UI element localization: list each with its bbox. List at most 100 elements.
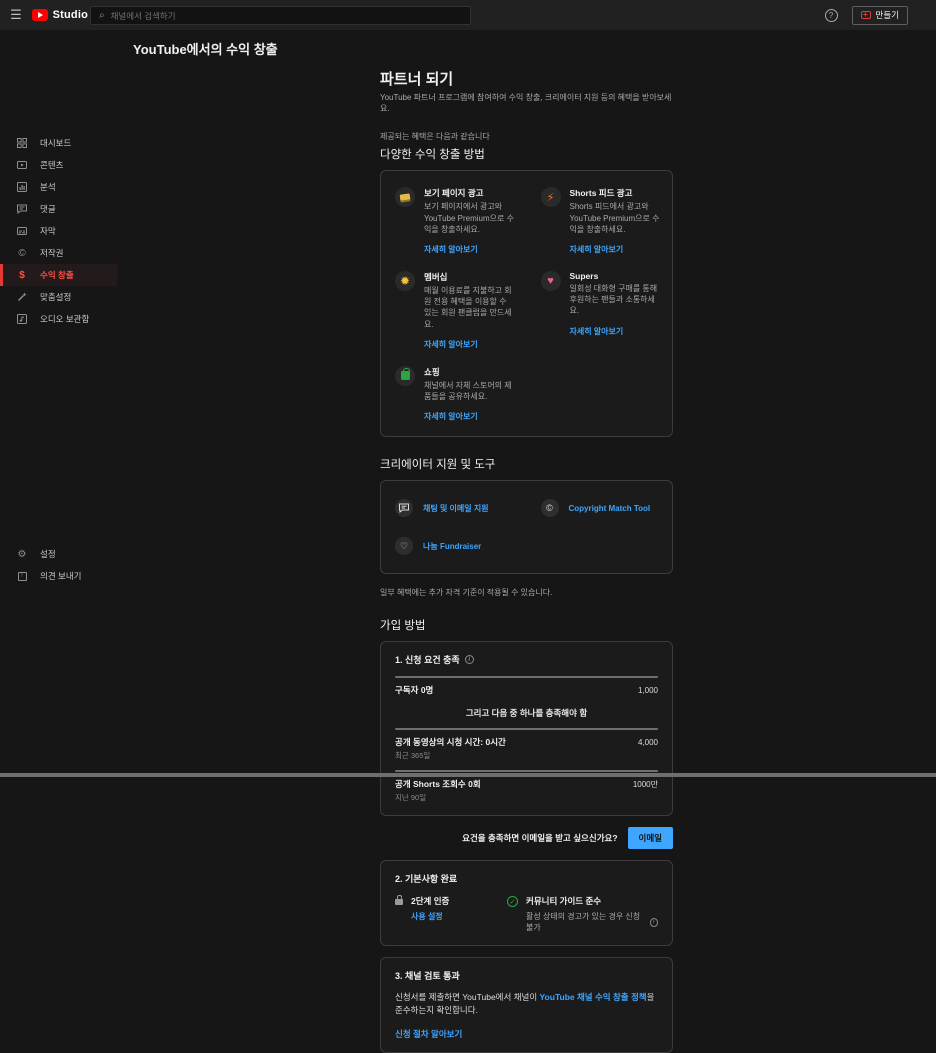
- sidebar-item-copyright[interactable]: © 저작권: [0, 242, 117, 264]
- step2-basics-card: 2. 기본사항 완료 2단계 인증 사용 설정 ✓ 커뮤니티 가이드 준수 활성…: [380, 860, 673, 947]
- support-fundraiser-link[interactable]: ♡ 나눔 Fundraiser: [381, 527, 527, 565]
- join-heading: 가입 방법: [380, 620, 426, 633]
- search-input[interactable]: [110, 10, 462, 21]
- benefits-intro: 제공되는 혜택은 다음과 같습니다: [380, 132, 490, 142]
- youtube-studio-logo[interactable]: Studio: [32, 9, 88, 21]
- sidebar-item-dashboard[interactable]: 대시보드: [0, 132, 117, 154]
- learn-more-link[interactable]: 자세히 알아보기: [424, 244, 515, 255]
- subscribers-target: 1,000: [637, 686, 658, 696]
- subtitles-icon: [16, 226, 28, 236]
- methods-heading: 다양한 수익 창출 방법: [380, 149, 485, 162]
- email-question: 요건을 충족하면 이메일을 받고 싶으신가요?: [462, 833, 618, 844]
- copyright-icon: ©: [18, 247, 26, 259]
- customization-icon: [16, 292, 28, 302]
- dashboard-icon: [16, 138, 28, 148]
- sidebar-item-send-feedback[interactable]: ! 의견 보내기: [0, 565, 117, 587]
- lock-icon: [395, 895, 403, 906]
- support-chat-email-link[interactable]: 채팅 및 이메일 지원: [381, 489, 527, 527]
- create-button-label: 만들기: [875, 10, 899, 20]
- guidelines-title: 커뮤니티 가이드 준수: [526, 896, 602, 907]
- benefit-supers: ♥ Supers 일회성 대화형 구매를 통해 후원하는 팬들과 소통하세요. …: [527, 261, 673, 356]
- shorts-views-progress-bar: [395, 770, 658, 773]
- info-icon[interactable]: i: [649, 917, 658, 927]
- shorts-feed-ads-icon: ⚡: [540, 187, 561, 208]
- support-card: 채팅 및 이메일 지원 © Copyright Match Tool ♡ 나눔 …: [380, 480, 673, 575]
- shorts-views-label: 공개 Shorts 조회수 0회: [395, 779, 481, 790]
- create-button[interactable]: 만들기: [851, 5, 908, 25]
- content-icon: [16, 160, 28, 170]
- sidebar-item-customization[interactable]: 맞춤설정: [0, 286, 117, 308]
- comments-icon: [16, 204, 28, 214]
- step3-description: 신청서를 제출하면 YouTube에서 채널이 YouTube 채널 수익 창출…: [395, 992, 655, 1015]
- analytics-icon: [16, 182, 28, 192]
- memberships-icon: ✹: [395, 270, 415, 291]
- shopping-icon: [395, 365, 415, 386]
- monetization-icon: $: [19, 269, 25, 281]
- hamburger-menu-icon[interactable]: ☰: [0, 7, 32, 23]
- step3-title: 3. 채널 검토 통과: [395, 971, 460, 982]
- benefit-memberships: ✹ 멤버십 매월 이용료를 지불하고 회원 전용 혜택을 이용할 수 있는 회원…: [381, 261, 527, 356]
- shorts-views-target: 1000만: [632, 780, 658, 790]
- fundraiser-heart-icon: ♡: [395, 537, 413, 556]
- page-title: YouTube에서의 수익 창출: [133, 42, 278, 57]
- twofa-title: 2단계 인증: [411, 896, 450, 907]
- learn-more-link[interactable]: 자세히 알아보기: [424, 339, 515, 350]
- twofa-enable-link[interactable]: 사용 설정: [411, 911, 449, 922]
- sidebar: 대시보드 콘텐츠 분석 댓글 자막 © 저작권 $ 수익 창출 맞춤설정 오디오…: [0, 30, 117, 777]
- partner-heading: 파트너 되기: [380, 71, 454, 88]
- info-icon[interactable]: i: [464, 655, 474, 665]
- application-process-link[interactable]: 신청 절차 알아보기: [395, 1028, 658, 1040]
- step3-review-card: 3. 채널 검토 통과 신청서를 제출하면 YouTube에서 채널이 YouT…: [380, 957, 673, 1053]
- twofa-block: 2단계 인증 사용 설정: [395, 895, 507, 933]
- partner-subtitle: YouTube 파트너 프로그램에 참여하여 수익 창출, 크리에이터 지원 등…: [380, 93, 672, 114]
- email-optin-button[interactable]: 이메일: [627, 827, 673, 850]
- supers-icon: ♥: [540, 270, 561, 291]
- email-optin-row: 요건을 충족하면 이메일을 받고 싶으신가요? 이메일: [380, 827, 673, 850]
- learn-more-link[interactable]: 자세히 알아보기: [570, 244, 661, 255]
- main-content: 파트너 되기 YouTube 파트너 프로그램에 참여하여 수익 창출, 크리에…: [380, 30, 673, 1053]
- eligibility-note: 일부 혜택에는 추가 자격 기준이 적용될 수 있습니다.: [380, 588, 553, 598]
- step2-title: 2. 기본사항 완료: [395, 874, 458, 885]
- sidebar-item-audio-library[interactable]: 오디오 보관함: [0, 308, 117, 330]
- benefit-watch-page-ads: 보기 페이지 광고 보기 페이지에서 광고와 YouTube Premium으로…: [381, 177, 527, 261]
- benefits-card: 보기 페이지 광고 보기 페이지에서 광고와 YouTube Premium으로…: [380, 170, 673, 438]
- sidebar-item-monetization[interactable]: $ 수익 창출: [0, 264, 117, 286]
- sidebar-item-subtitles[interactable]: 자막: [0, 220, 117, 242]
- sidebar-item-content[interactable]: 콘텐츠: [0, 154, 117, 176]
- topbar: ☰ Studio ⌕ ? 만들기: [0, 0, 936, 30]
- search-icon: ⌕: [99, 10, 105, 21]
- copyright-match-icon: ©: [540, 499, 559, 518]
- guidelines-sub: 활성 상태의 경고가 있는 경우 신청 불가 i: [526, 911, 658, 933]
- horizontal-scrollbar[interactable]: [0, 773, 936, 777]
- feedback-icon: !: [16, 571, 28, 581]
- benefit-shorts-feed-ads: ⚡ Shorts 피드 광고 Shorts 피드에서 광고와 YouTube P…: [527, 177, 673, 261]
- help-icon[interactable]: ?: [824, 8, 838, 22]
- settings-gear-icon: ⚙: [17, 548, 27, 560]
- support-heading: 크리에이터 지원 및 도구: [380, 459, 496, 472]
- sidebar-item-comments[interactable]: 댓글: [0, 198, 117, 220]
- chat-icon: [395, 499, 413, 518]
- watch-page-ads-icon: [395, 187, 415, 208]
- watch-hours-period: 최근 365일: [395, 751, 431, 761]
- monetization-policies-link[interactable]: YouTube 채널 수익 창출 정책: [540, 992, 647, 1002]
- watch-hours-target: 4,000: [637, 738, 658, 748]
- shorts-views-period: 지난 90일: [395, 793, 427, 803]
- guidelines-block: ✓ 커뮤니티 가이드 준수 활성 상태의 경고가 있는 경우 신청 불가 i: [507, 895, 658, 933]
- subscribers-label: 구독자 0명: [395, 685, 434, 696]
- learn-more-link[interactable]: 자세히 알아보기: [424, 411, 515, 422]
- create-video-icon: [860, 10, 871, 19]
- learn-more-link[interactable]: 자세히 알아보기: [570, 326, 661, 337]
- step1-title: 1. 신청 요건 충족 i: [395, 653, 658, 666]
- sidebar-item-settings[interactable]: ⚙ 설정: [0, 543, 117, 565]
- step1-requirements-card: 1. 신청 요건 충족 i 구독자 0명 1,000 그리고 다음 중 하나를 …: [380, 641, 673, 817]
- watch-hours-label: 공개 동영상의 시청 시간: 0시간: [395, 737, 506, 748]
- support-copyright-match-link[interactable]: © Copyright Match Tool: [527, 489, 673, 527]
- watch-hours-progress-bar: [395, 728, 658, 731]
- youtube-logo-icon: [32, 9, 48, 21]
- sidebar-item-analytics[interactable]: 분석: [0, 176, 117, 198]
- check-icon: ✓: [507, 896, 518, 908]
- benefit-shopping: 쇼핑 채널에서 자체 스토어의 제품들을 공유하세요. 자세히 알아보기: [381, 356, 527, 428]
- channel-search-box[interactable]: ⌕: [90, 6, 471, 25]
- subscribers-progress-bar: [395, 676, 658, 679]
- brand-name: Studio: [52, 9, 88, 21]
